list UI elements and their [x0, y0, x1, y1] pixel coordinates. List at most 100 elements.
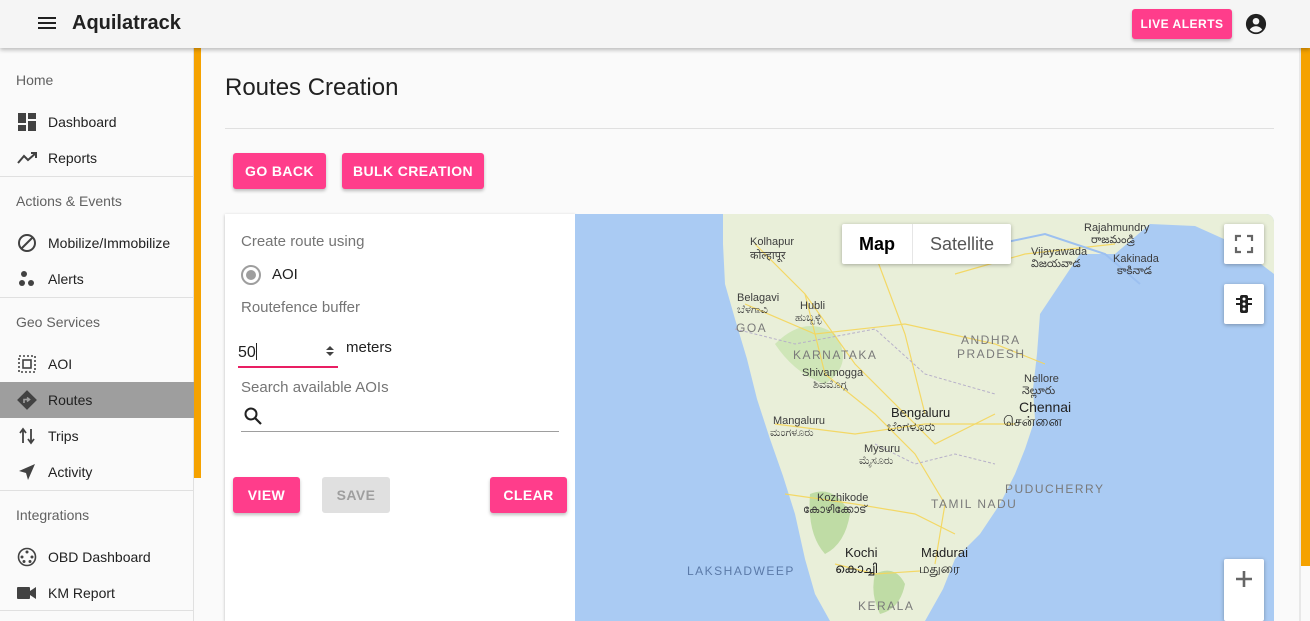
map-label-hubli-local: ಹುಬ್ಬಳ್ಳಿ [795, 312, 822, 324]
map-label-kozhikode: Kozhikode [817, 492, 869, 504]
sidebar-item-label: KM Report [48, 585, 115, 601]
search-icon [244, 407, 262, 425]
bulk-creation-button[interactable]: BULK CREATION [342, 153, 484, 189]
map-label-belagavi: Belagavi [737, 292, 780, 304]
videocam-icon [17, 583, 37, 603]
map-label-nellore-local: నెల్లూరు [1022, 385, 1056, 397]
map-label-andhra: ANDHRA [961, 333, 1021, 347]
obd-icon [17, 547, 37, 567]
aoi-radio-label: AOI [272, 266, 298, 283]
section-title-home: Home [16, 72, 54, 88]
sidebar-item-dashboard[interactable]: Dashboard [0, 104, 194, 140]
clear-button[interactable]: CLEAR [490, 477, 567, 513]
section-title-actions: Actions & Events [16, 193, 122, 209]
buffer-value: 50 [238, 344, 256, 361]
trending-icon [17, 148, 37, 168]
map-label-kolhapur: Kolhapur [750, 236, 795, 248]
map-label-mysuru: Mysuru [864, 443, 901, 455]
sidebar-item-label: Reports [48, 150, 98, 166]
sidebar-item-label: Routes [48, 392, 93, 408]
block-icon [17, 233, 37, 253]
sidebar-item-label: Alerts [48, 271, 84, 287]
go-back-button[interactable]: GO BACK [233, 153, 326, 189]
scroll-accent-bar [194, 48, 201, 478]
routefence-buffer-label: Routefence buffer [241, 299, 360, 316]
map-label-kakinada-local: కాకినాడ [1117, 265, 1152, 277]
map-type-control: Map Satellite [842, 224, 1012, 264]
sidebar-item-label: Mobilize/Immobilize [48, 235, 171, 251]
map-label-kochi: Kochi [845, 545, 878, 560]
sidebar: Home Dashboard Reports Actions & Events … [0, 48, 194, 621]
map-label-kakinada: Kakinada [1113, 253, 1159, 265]
map-label-rajahmundry: Rajahmundry [1084, 222, 1150, 234]
map-label-belagavi-local: ಬೆಳಗಾವಿ [737, 304, 768, 316]
sidebar-item-mobilize[interactable]: Mobilize/Immobilize [0, 225, 194, 261]
map[interactable]: Kolhapur कोल्हापूर Belagavi ಬೆಳಗಾವಿ Hubl… [575, 214, 1274, 621]
live-alerts-button[interactable]: LIVE ALERTS [1132, 9, 1232, 39]
map-label-pradesh: PRADESH [957, 347, 1026, 361]
sidebar-item-label: AOI [48, 356, 73, 372]
save-button: SAVE [322, 477, 390, 513]
swap-vert-icon [17, 426, 37, 446]
dashboard-icon [17, 112, 37, 132]
map-type-satellite-button[interactable]: Satellite [912, 224, 1011, 264]
map-label-shivamogga: Shivamogga [802, 367, 864, 379]
sidebar-item-label: OBD Dashboard [48, 549, 151, 565]
map-label-mangaluru: Mangaluru [773, 415, 825, 427]
map-label-kochi-local: കൊച്ചി [835, 561, 878, 576]
sidebar-item-obd-dashboard[interactable]: OBD Dashboard [0, 539, 194, 575]
map-label-karnataka: KARNATAKA [793, 348, 878, 362]
scrollbar[interactable] [1301, 48, 1310, 566]
sidebar-item-km-report[interactable]: KM Report [0, 575, 194, 611]
map-label-bengaluru-local: ಬೆಂಗಳೂರು [887, 419, 936, 434]
map-label-puducherry: PUDUCHERRY [1005, 482, 1105, 496]
sidebar-item-activity[interactable]: Activity [0, 454, 194, 490]
map-label-mangaluru-local: ಮಂಗಳೂರು [770, 427, 814, 439]
section-title-integrations: Integrations [16, 507, 90, 523]
traffic-button[interactable] [1224, 284, 1264, 324]
sidebar-item-label: Trips [48, 428, 79, 444]
map-label-kozhikode-local: കോഴിക്കോട് [803, 504, 867, 516]
search-aoi-label: Search available AOIs [241, 379, 389, 396]
scatter-icon [17, 269, 37, 289]
title-divider [225, 128, 1274, 129]
map-label-tamil-nadu: TAMIL NADU [931, 497, 1018, 511]
divider [0, 490, 194, 491]
map-label-madurai-local: மதுரை [919, 561, 960, 576]
fullscreen-button[interactable] [1224, 224, 1264, 264]
divider [0, 176, 194, 177]
sidebar-item-alerts[interactable]: Alerts [0, 261, 194, 297]
app-title: Aquilatrack [72, 12, 181, 34]
map-type-map-button[interactable]: Map [842, 224, 912, 264]
section-title-geo: Geo Services [16, 314, 101, 330]
sidebar-item-routes[interactable]: Routes [0, 382, 194, 418]
fullscreen-icon [1234, 234, 1254, 254]
number-spinner-icon[interactable] [325, 344, 335, 358]
buffer-unit-label: meters [346, 339, 392, 356]
sidebar-item-reports[interactable]: Reports [0, 140, 194, 176]
sidebar-item-trips[interactable]: Trips [0, 418, 194, 454]
map-label-kolhapur-local: कोल्हापूर [750, 250, 786, 262]
buffer-input[interactable]: 50 [238, 338, 338, 368]
map-label-kerala: KERALA [858, 599, 915, 613]
map-label-hubli: Hubli [800, 300, 826, 312]
map-label-chennai-local: சென்னை [1003, 413, 1063, 429]
menu-icon[interactable] [36, 14, 58, 34]
zoom-in-icon[interactable] [1234, 569, 1254, 589]
map-label-lakshadweep: LAKSHADWEEP [687, 564, 795, 578]
map-label-nellore: Nellore [1024, 373, 1059, 385]
aoi-radio[interactable] [241, 265, 261, 285]
sidebar-item-label: Activity [48, 464, 93, 480]
search-aoi-input[interactable] [241, 400, 559, 432]
map-label-vijayawada-local: విజయవాడ [1031, 258, 1081, 270]
page-title: Routes Creation [225, 74, 399, 101]
navigation-icon [17, 462, 37, 482]
map-label-rajahmundry-local: రాజమండ్రి [1091, 234, 1135, 246]
sidebar-item-aoi[interactable]: AOI [0, 346, 194, 382]
select-all-icon [17, 354, 37, 374]
account-circle-icon[interactable] [1245, 13, 1267, 35]
directions-icon [17, 390, 37, 410]
text-caret [255, 343, 257, 360]
view-button[interactable]: VIEW [233, 477, 300, 513]
map-label-vijayawada: Vijayawada [1031, 246, 1088, 258]
